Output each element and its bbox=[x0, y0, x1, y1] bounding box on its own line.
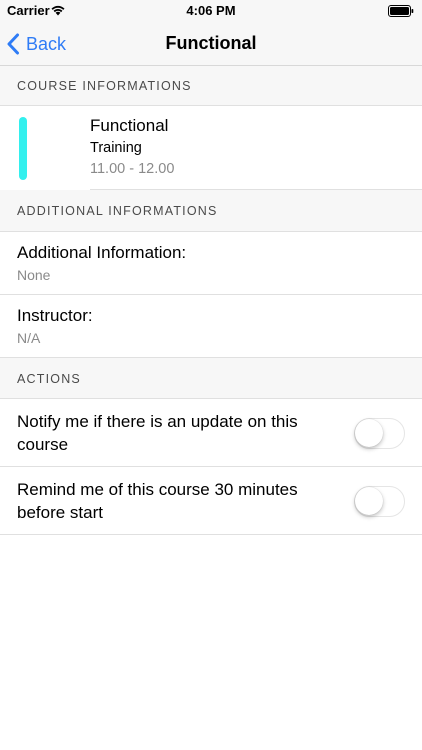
section-header-course: COURSE INFORMATIONS bbox=[0, 66, 422, 106]
navigation-bar: Back Functional bbox=[0, 22, 422, 66]
page-title: Functional bbox=[165, 33, 257, 53]
section-header-additional: ADDITIONAL INFORMATIONS bbox=[0, 190, 422, 232]
toggle-knob bbox=[355, 419, 383, 447]
section-header-actions: ACTIONS bbox=[0, 358, 422, 399]
notify-update-row: Notify me if there is an update on this … bbox=[0, 399, 422, 467]
status-time: 4:06 PM bbox=[186, 3, 236, 18]
info-label: Instructor: bbox=[17, 306, 93, 325]
section-header-label: ACTIONS bbox=[17, 372, 81, 386]
notify-update-toggle[interactable] bbox=[354, 418, 405, 449]
toggle-knob bbox=[355, 487, 383, 515]
course-type: Training bbox=[90, 140, 142, 156]
battery-full-icon bbox=[388, 5, 414, 17]
action-label: Notify me if there is an update on this … bbox=[17, 412, 298, 454]
section-header-label: ADDITIONAL INFORMATIONS bbox=[17, 204, 218, 218]
course-name: Functional bbox=[90, 116, 169, 135]
section-header-label: COURSE INFORMATIONS bbox=[17, 79, 192, 93]
remind-before-start-toggle[interactable] bbox=[354, 486, 405, 517]
action-label: Remind me of this course 30 minutes befo… bbox=[17, 480, 298, 522]
course-time: 11.00 - 12.00 bbox=[90, 161, 175, 177]
remind-before-start-row: Remind me of this course 30 minutes befo… bbox=[0, 467, 422, 535]
info-value: None bbox=[17, 267, 51, 283]
course-info-row: Functional Training 11.00 - 12.00 bbox=[0, 106, 422, 190]
additional-information-row: Additional Information: None bbox=[0, 232, 422, 295]
course-color-indicator bbox=[19, 117, 27, 180]
status-bar: Carrier 4:06 PM bbox=[0, 0, 422, 22]
info-value: N/A bbox=[17, 330, 41, 346]
instructor-row: Instructor: N/A bbox=[0, 295, 422, 358]
info-label: Additional Information: bbox=[17, 243, 187, 262]
